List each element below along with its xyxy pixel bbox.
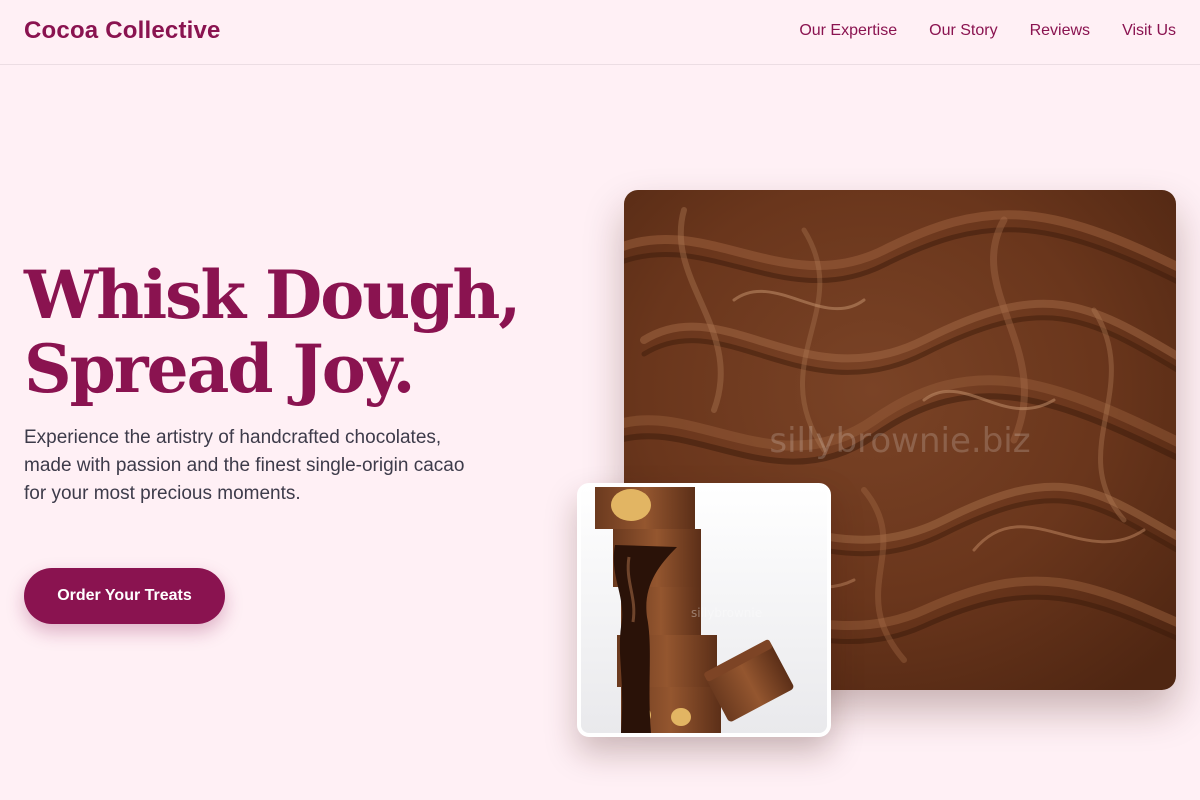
hero-headline-line-2: Spread Joy. — [24, 330, 415, 408]
nav-link-visit-us[interactable]: Visit Us — [1122, 22, 1176, 40]
site-header: Cocoa Collective Our Expertise Our Story… — [0, 0, 1200, 65]
order-treats-button[interactable]: Order Your Treats — [24, 568, 225, 624]
hero-headline: Whisk Dough, Spread Joy. — [24, 258, 584, 406]
chocolate-cups-image: sillybrownie — [577, 483, 831, 737]
hero-headline-line-1: Whisk Dough, — [24, 256, 521, 334]
hero-description: Experience the artistry of handcrafted c… — [24, 427, 465, 504]
nav-link-our-story[interactable]: Our Story — [929, 22, 997, 40]
main-image-watermark: sillybrownie.biz — [769, 421, 1030, 461]
main-nav: Our Expertise Our Story Reviews Visit Us — [799, 22, 1176, 40]
nav-link-reviews[interactable]: Reviews — [1030, 22, 1090, 40]
secondary-image-watermark: sillybrownie — [691, 606, 762, 620]
brand-logo[interactable]: Cocoa Collective — [24, 17, 221, 45]
nav-link-our-expertise[interactable]: Our Expertise — [799, 22, 897, 40]
